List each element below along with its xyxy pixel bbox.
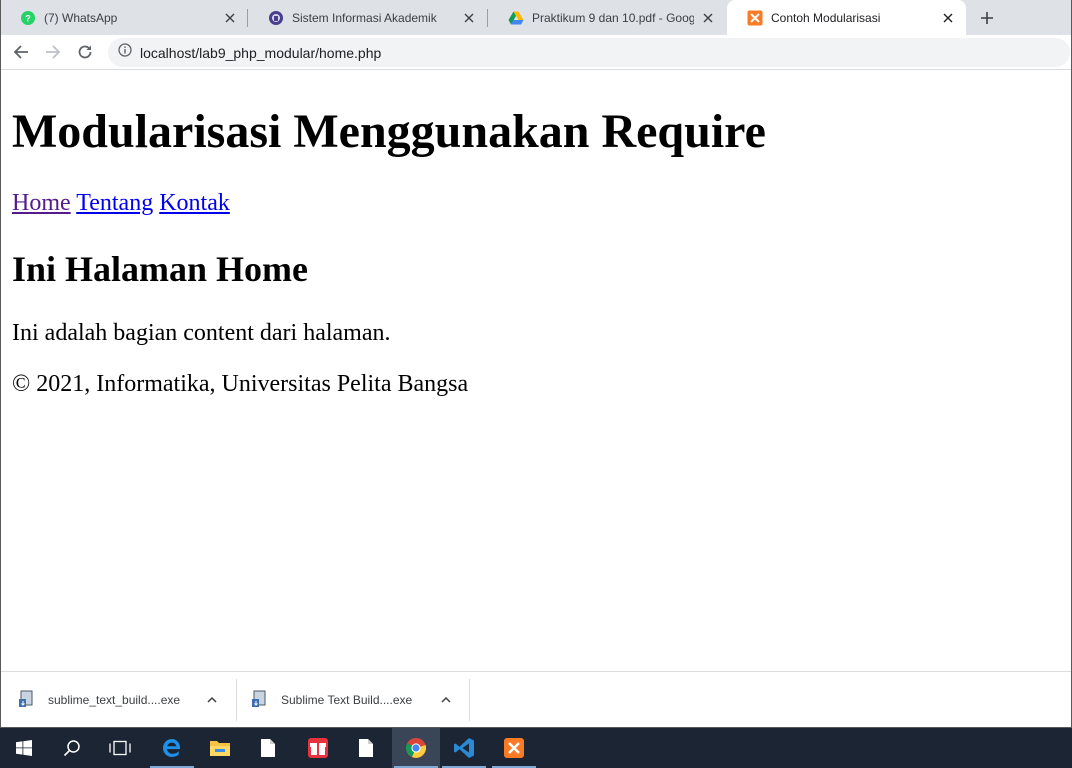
taskbar-edge[interactable]: [148, 728, 196, 768]
browser-toolbar: localhost/lab9_php_modular/home.php: [0, 35, 1072, 70]
google-drive-icon: [508, 10, 524, 26]
download-divider: [236, 679, 237, 721]
arrow-right-icon: [46, 45, 61, 59]
chevron-up-icon[interactable]: [438, 692, 454, 708]
close-icon[interactable]: [222, 10, 238, 26]
taskbar-file[interactable]: [244, 728, 292, 768]
file-icon: [359, 739, 373, 757]
taskbar-file-explorer[interactable]: [196, 728, 244, 768]
task-view-button[interactable]: [96, 728, 144, 768]
installer-icon: [18, 690, 36, 711]
file-icon: [261, 739, 275, 757]
whatsapp-icon: ?: [20, 10, 36, 26]
tab-sistem-informasi[interactable]: Sistem Informasi Akademik: [248, 0, 487, 35]
nav-link-kontak[interactable]: Kontak: [159, 190, 230, 216]
taskbar: [0, 728, 1072, 768]
windows-start-button[interactable]: [0, 728, 48, 768]
reload-icon: [78, 45, 92, 59]
url-text: localhost/lab9_php_modular/home.php: [140, 44, 382, 61]
tab-title: Contoh Modularisasi: [771, 10, 881, 25]
download-shelf: sublime_text_build....exe Sublime Text B…: [0, 671, 1072, 728]
chrome-icon: [406, 738, 427, 758]
tab-contoh-modularisasi[interactable]: Contoh Modularisasi: [727, 0, 966, 35]
address-bar[interactable]: localhost/lab9_php_modular/home.php: [108, 38, 1070, 67]
nav-link-home[interactable]: Home: [12, 190, 71, 216]
windows-start-icon: [16, 740, 32, 756]
tab-title: Sistem Informasi Akademik: [292, 10, 437, 25]
tab-strip: ? (7) WhatsApp Sistem Informasi Akademik…: [0, 0, 1072, 35]
tab-google-drive-pdf[interactable]: Praktikum 9 dan 10.pdf - Google: [488, 0, 726, 35]
close-icon[interactable]: [700, 10, 716, 26]
content-paragraph: Ini adalah bagian content dari halaman.: [12, 320, 391, 346]
svg-text:?: ?: [25, 13, 31, 23]
close-icon[interactable]: [461, 10, 477, 26]
edge-icon: [163, 739, 180, 757]
search-button[interactable]: [48, 728, 96, 768]
section-heading: Ini Halaman Home: [12, 249, 309, 289]
tab-title: (7) WhatsApp: [44, 10, 118, 25]
back-button[interactable]: [8, 39, 34, 65]
download-filename: sublime_text_build....exe: [48, 693, 181, 707]
nav-link-tentang[interactable]: Tentang: [76, 190, 153, 216]
search-icon: [63, 740, 80, 757]
footer-text: © 2021, Informatika, Universitas Pelita …: [12, 371, 469, 397]
site-nav: Home Tentang Kontak: [12, 188, 230, 218]
page-content: Modularisasi Menggunakan Require Home Te…: [0, 71, 1072, 671]
taskbar-xampp[interactable]: [490, 728, 538, 768]
page-title: Modularisasi Menggunakan Require: [12, 105, 766, 158]
chevron-up-icon[interactable]: [204, 692, 220, 708]
close-icon[interactable]: [940, 10, 956, 26]
gift-icon: [308, 738, 328, 758]
file-explorer-icon: [210, 741, 230, 756]
download-item[interactable]: Sublime Text Build....exe: [251, 679, 463, 721]
taskbar-gift[interactable]: [294, 728, 342, 768]
xampp-icon: [504, 738, 524, 758]
new-tab-button[interactable]: [976, 7, 998, 29]
forward-button[interactable]: [40, 39, 66, 65]
download-item[interactable]: sublime_text_build....exe: [18, 679, 230, 721]
info-icon[interactable]: [118, 43, 132, 62]
plus-icon: [981, 12, 993, 24]
vscode-icon: [454, 738, 474, 758]
tab-title: Praktikum 9 dan 10.pdf - Google: [532, 10, 694, 25]
installer-icon: [251, 690, 269, 711]
taskbar-vscode[interactable]: [440, 728, 488, 768]
task-view-icon: [109, 740, 131, 756]
download-filename: Sublime Text Build....exe: [281, 693, 413, 707]
university-seal-icon: [268, 10, 284, 26]
arrow-left-icon: [13, 45, 28, 59]
taskbar-file[interactable]: [342, 728, 390, 768]
taskbar-chrome[interactable]: [392, 728, 440, 768]
download-divider: [469, 679, 470, 721]
tab-whatsapp[interactable]: ? (7) WhatsApp: [0, 0, 248, 35]
xampp-icon: [747, 10, 763, 26]
reload-button[interactable]: [72, 39, 98, 65]
